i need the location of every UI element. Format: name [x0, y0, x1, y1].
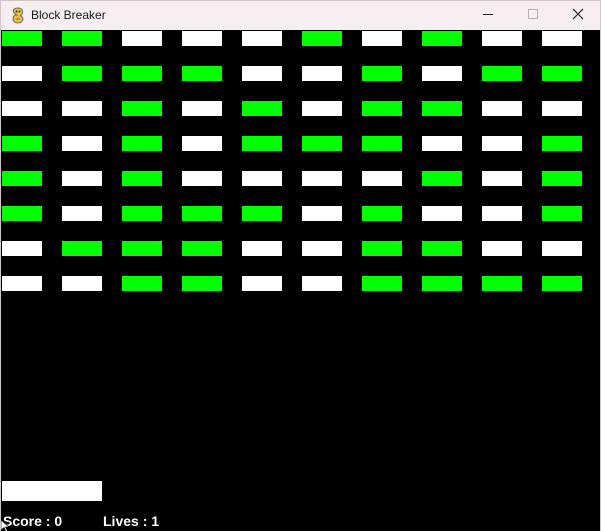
- brick: [482, 101, 522, 116]
- brick: [482, 66, 522, 81]
- brick: [182, 276, 222, 291]
- brick: [302, 66, 342, 81]
- brick: [542, 101, 582, 116]
- brick: [422, 241, 462, 256]
- brick: [122, 31, 162, 46]
- brick: [362, 206, 402, 221]
- brick: [482, 171, 522, 186]
- brick: [422, 171, 462, 186]
- brick: [182, 136, 222, 151]
- close-button[interactable]: [555, 1, 601, 30]
- brick: [362, 276, 402, 291]
- brick: [122, 171, 162, 186]
- brick: [422, 31, 462, 46]
- brick: [242, 171, 282, 186]
- score-text: Score : 0: [3, 513, 63, 529]
- brick: [242, 101, 282, 116]
- brick: [482, 276, 522, 291]
- brick: [242, 206, 282, 221]
- brick: [482, 241, 522, 256]
- brick: [542, 66, 582, 81]
- brick: [482, 136, 522, 151]
- brick: [302, 241, 342, 256]
- brick: [2, 101, 42, 116]
- brick: [182, 241, 222, 256]
- minimize-icon: [482, 7, 494, 25]
- minimize-button[interactable]: [465, 1, 511, 30]
- brick: [302, 31, 342, 46]
- brick: [542, 206, 582, 221]
- brick: [422, 206, 462, 221]
- game-window: Block Breaker Score : 0 Lives : 1: [0, 0, 601, 531]
- brick: [2, 31, 42, 46]
- maximize-button[interactable]: [510, 1, 556, 30]
- brick: [302, 136, 342, 151]
- brick: [362, 136, 402, 151]
- paddle[interactable]: [2, 481, 102, 501]
- brick: [242, 136, 282, 151]
- brick: [422, 66, 462, 81]
- brick: [62, 31, 102, 46]
- brick: [182, 31, 222, 46]
- title-bar[interactable]: Block Breaker: [1, 1, 600, 30]
- brick: [62, 206, 102, 221]
- brick: [242, 276, 282, 291]
- lives-text: Lives : 1: [103, 513, 160, 529]
- brick: [182, 206, 222, 221]
- brick: [422, 276, 462, 291]
- brick: [122, 276, 162, 291]
- brick: [2, 276, 42, 291]
- mouse-cursor-icon: [1, 519, 11, 531]
- brick: [122, 206, 162, 221]
- brick: [302, 206, 342, 221]
- brick: [362, 241, 402, 256]
- brick: [542, 276, 582, 291]
- brick: [122, 241, 162, 256]
- brick: [542, 241, 582, 256]
- brick: [362, 171, 402, 186]
- pygame-snake-icon: [10, 7, 26, 24]
- brick: [302, 101, 342, 116]
- brick: [182, 66, 222, 81]
- brick: [242, 241, 282, 256]
- brick: [482, 206, 522, 221]
- brick: [242, 66, 282, 81]
- brick: [62, 241, 102, 256]
- brick: [542, 171, 582, 186]
- brick: [542, 31, 582, 46]
- brick: [362, 101, 402, 116]
- brick: [2, 241, 42, 256]
- brick: [482, 31, 522, 46]
- brick-field: [1, 30, 600, 531]
- brick: [362, 31, 402, 46]
- window-title: Block Breaker: [31, 8, 106, 22]
- brick: [182, 101, 222, 116]
- brick: [62, 276, 102, 291]
- brick: [182, 171, 222, 186]
- close-icon: [572, 7, 584, 25]
- brick: [422, 101, 462, 116]
- maximize-icon: [527, 7, 539, 25]
- brick: [542, 136, 582, 151]
- brick: [62, 66, 102, 81]
- brick: [62, 136, 102, 151]
- brick: [422, 136, 462, 151]
- brick: [362, 66, 402, 81]
- brick: [2, 206, 42, 221]
- brick: [122, 101, 162, 116]
- brick: [242, 31, 282, 46]
- brick: [122, 66, 162, 81]
- brick: [2, 66, 42, 81]
- brick: [2, 171, 42, 186]
- brick: [302, 171, 342, 186]
- brick: [302, 276, 342, 291]
- brick: [62, 171, 102, 186]
- brick: [62, 101, 102, 116]
- brick: [2, 136, 42, 151]
- game-canvas[interactable]: Score : 0 Lives : 1: [1, 30, 600, 531]
- brick: [122, 136, 162, 151]
